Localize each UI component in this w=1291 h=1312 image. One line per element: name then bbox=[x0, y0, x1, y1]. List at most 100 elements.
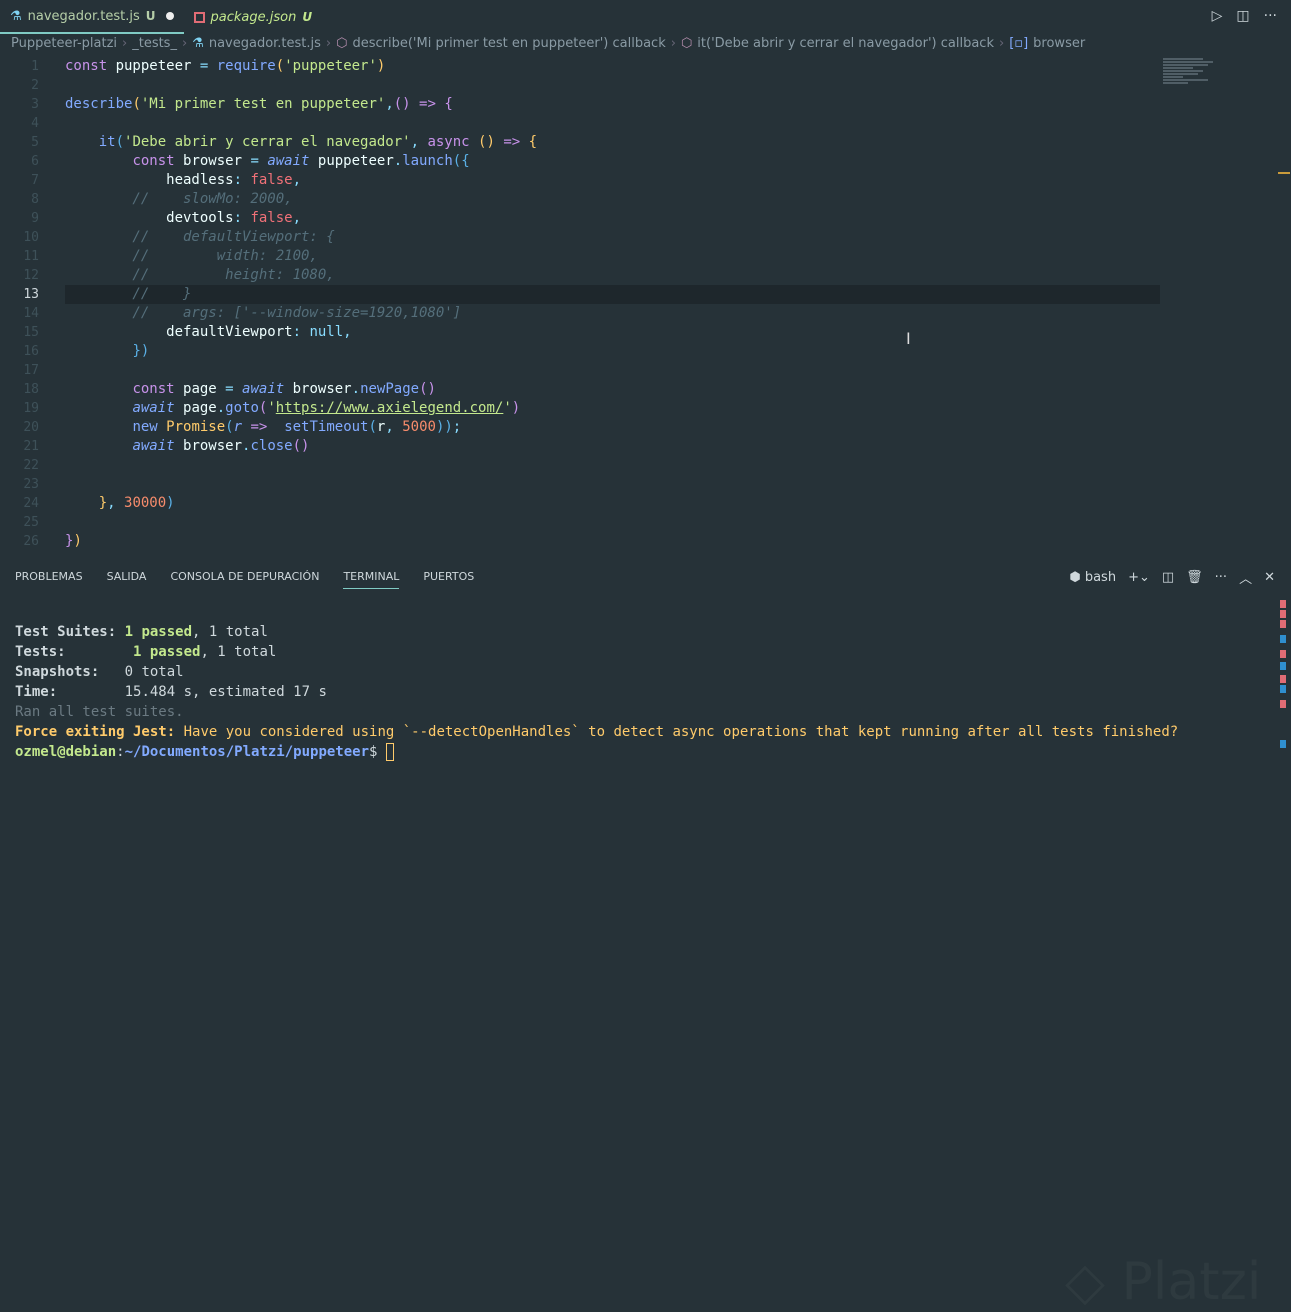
maximize-panel-icon[interactable]: ︿ bbox=[1239, 568, 1252, 587]
line-number: 26 bbox=[23, 534, 39, 549]
code-line[interactable]: 6 const browser = await puppeteer.launch… bbox=[0, 152, 1160, 171]
code-token: // args: ['--window-size=1920,1080'] bbox=[65, 305, 462, 321]
line-number: 17 bbox=[23, 363, 39, 378]
code-line[interactable]: 13 // } bbox=[23, 285, 1160, 304]
run-icon[interactable]: ▷ bbox=[1212, 8, 1223, 24]
code-line[interactable]: 26}) bbox=[0, 532, 1160, 551]
code-token: const bbox=[65, 58, 116, 74]
code-token: Promise bbox=[166, 419, 226, 435]
code-line[interactable]: 4 bbox=[0, 114, 1160, 133]
code-line[interactable]: 3 describe('Mi primer test en puppeteer',… bbox=[0, 95, 1160, 114]
code-line[interactable]: 1 const puppeteer = require('puppeteer') bbox=[0, 57, 1160, 76]
code-token: await bbox=[242, 381, 293, 397]
prompt-path: ~/Documentos/Platzi/puppeteer bbox=[124, 744, 370, 760]
code-line[interactable]: 24 }, 30000) bbox=[0, 494, 1160, 513]
method-icon: ⬡ bbox=[680, 36, 693, 51]
code-line[interactable]: 7 headless: false, bbox=[0, 171, 1160, 190]
tab-navegador-test[interactable]: ⚗ navegador.test.js U bbox=[0, 0, 184, 34]
code-line[interactable]: 11 // width: 2100, bbox=[0, 247, 1160, 266]
unsaved-dot-icon[interactable] bbox=[165, 12, 174, 20]
message: Have you considered using `--detectOpenH… bbox=[175, 724, 1179, 740]
editor-actions: ▷ ◫ ··· bbox=[1212, 8, 1277, 24]
code-line[interactable]: 15 defaultViewport: null, bbox=[0, 323, 1160, 342]
scrollbar-marker bbox=[1280, 740, 1286, 748]
npm-icon bbox=[193, 11, 205, 23]
panel-tabs: PROBLEMAS SALIDA CONSOLA DE DEPURACIÓN T… bbox=[15, 570, 474, 589]
line-number: 7 bbox=[31, 173, 39, 188]
code-line[interactable]: 23 bbox=[0, 475, 1160, 494]
code-line[interactable]: 19 await page.goto('https://www.axielege… bbox=[0, 399, 1160, 418]
code-text: }, 30000) bbox=[65, 494, 175, 513]
code-line[interactable]: 21 await browser.close() bbox=[0, 437, 1160, 456]
code-token: , bbox=[343, 324, 352, 340]
line-number: 9 bbox=[31, 211, 39, 226]
code-line[interactable]: 16 }) bbox=[0, 342, 1160, 361]
code-token: false bbox=[250, 210, 293, 226]
more-icon[interactable]: ··· bbox=[1264, 8, 1277, 24]
line-number: 11 bbox=[23, 249, 39, 264]
code-editor[interactable]: 1 const puppeteer = require('puppeteer') 2… bbox=[0, 57, 1160, 551]
minimap[interactable] bbox=[1163, 57, 1223, 107]
term-line: Ran all test suites. bbox=[15, 704, 184, 720]
tab-package-json[interactable]: package.json U bbox=[184, 0, 323, 34]
more-icon[interactable]: ··· bbox=[1215, 570, 1227, 585]
tab-label: navegador.test.js bbox=[27, 8, 140, 24]
code-line[interactable]: 8 // slowMo: 2000, bbox=[0, 190, 1160, 209]
code-line[interactable]: 18 const page = await browser.newPage() bbox=[0, 380, 1160, 399]
breadcrumb-item[interactable]: describe('Mi primer test en puppeteer') … bbox=[352, 36, 665, 51]
split-terminal-icon[interactable]: ◫ bbox=[1162, 570, 1174, 585]
terminal-shell[interactable]: ⬢ bash bbox=[1069, 570, 1116, 585]
close-panel-icon[interactable]: ✕ bbox=[1264, 570, 1275, 585]
code-token: ' bbox=[267, 400, 276, 416]
breadcrumb-item[interactable]: it('Debe abrir y cerrar el navegador') c… bbox=[697, 36, 994, 51]
tab-terminal[interactable]: TERMINAL bbox=[343, 570, 400, 589]
code-token: () bbox=[419, 381, 436, 397]
code-line[interactable]: 5 it('Debe abrir y cerrar el navegador',… bbox=[0, 133, 1160, 152]
code-line[interactable]: 22 bbox=[0, 456, 1160, 475]
trash-icon[interactable]: 🗑 bbox=[1186, 570, 1203, 585]
tab-puertos[interactable]: PUERTOS bbox=[423, 570, 474, 589]
code-token: , bbox=[107, 495, 125, 511]
code-line[interactable]: 17 bbox=[0, 361, 1160, 380]
code-token: 30000 bbox=[124, 495, 167, 511]
overview-ruler-mark bbox=[1278, 172, 1290, 174]
code-line[interactable]: 14 // args: ['--window-size=1920,1080'] bbox=[0, 304, 1160, 323]
code-token: new bbox=[132, 419, 167, 435]
scrollbar-marker bbox=[1280, 635, 1286, 643]
passed: 1 passed bbox=[133, 644, 201, 660]
code-line[interactable]: 10 // defaultViewport: { bbox=[0, 228, 1160, 247]
line-number: 13 bbox=[23, 287, 39, 302]
code-line[interactable]: 20 new Promise(r => setTimeout(r, 5000))… bbox=[0, 418, 1160, 437]
code-token: = bbox=[199, 58, 217, 74]
breadcrumb-item[interactable]: _tests_ bbox=[132, 36, 177, 51]
terminal-output[interactable]: Test Suites: 1 passed, 1 total Tests: 1 p… bbox=[15, 622, 1178, 762]
test-file-icon: ⚗ bbox=[192, 36, 204, 51]
code-token: . bbox=[216, 400, 226, 416]
line-number: 19 bbox=[23, 401, 39, 416]
breadcrumb-item[interactable]: navegador.test.js bbox=[209, 36, 321, 51]
code-line[interactable]: 2 bbox=[0, 76, 1160, 95]
term-line: Test Suites: 1 passed, 1 total bbox=[15, 622, 1178, 642]
code-token: ' bbox=[503, 400, 512, 416]
code-token: , bbox=[385, 96, 394, 112]
code-line[interactable]: 12 // height: 1080, bbox=[0, 266, 1160, 285]
line-number: 8 bbox=[31, 192, 39, 207]
line-number: 1 bbox=[31, 59, 39, 74]
code-token: : bbox=[292, 324, 310, 340]
term-line: Force exiting Jest: Have you considered … bbox=[15, 722, 1178, 742]
line-number: 24 bbox=[23, 496, 39, 511]
new-terminal-icon[interactable]: +⌄ bbox=[1128, 570, 1150, 585]
code-token: => bbox=[250, 419, 285, 435]
tab-salida[interactable]: SALIDA bbox=[107, 570, 147, 589]
label: Snapshots: bbox=[15, 664, 100, 680]
split-editor-icon[interactable]: ◫ bbox=[1236, 8, 1249, 24]
code-line[interactable]: 9 devtools: false, bbox=[0, 209, 1160, 228]
tab-consola[interactable]: CONSOLA DE DEPURACIÓN bbox=[170, 570, 319, 589]
code-text: devtools: false, bbox=[65, 209, 301, 228]
code-text: it('Debe abrir y cerrar el navegador', a… bbox=[65, 133, 537, 152]
breadcrumb-item[interactable]: browser bbox=[1033, 36, 1085, 51]
tab-problemas[interactable]: PROBLEMAS bbox=[15, 570, 83, 589]
breadcrumb-item[interactable]: Puppeteer-platzi bbox=[11, 36, 117, 51]
code-line[interactable]: 25 bbox=[0, 513, 1160, 532]
shell-label: bash bbox=[1084, 570, 1117, 585]
